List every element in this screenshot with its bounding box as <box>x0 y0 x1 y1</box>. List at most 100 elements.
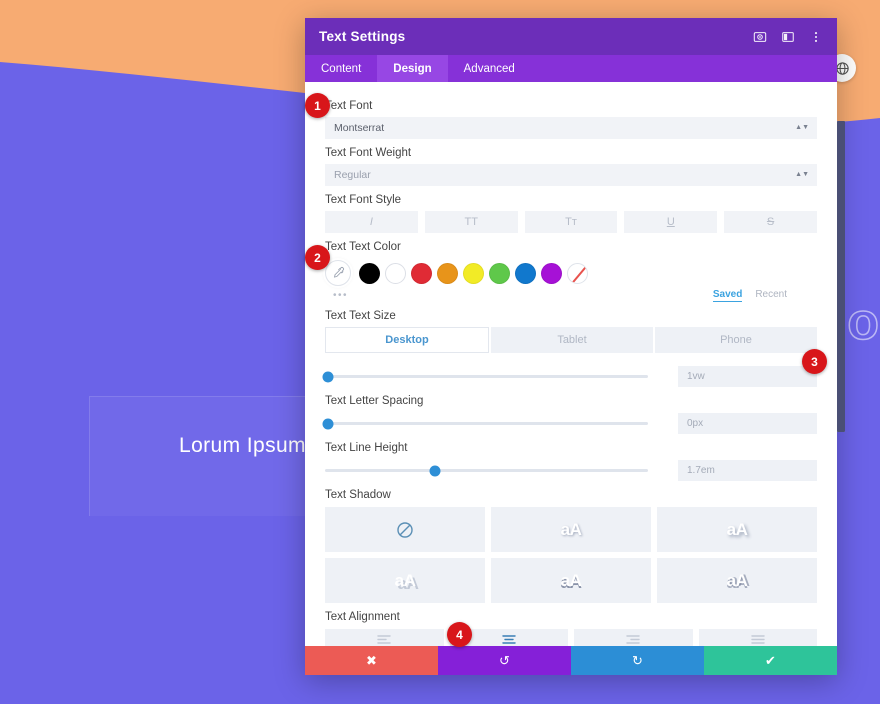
swatch-white[interactable] <box>385 262 406 284</box>
letter-spacing-input[interactable]: 0px <box>678 413 817 434</box>
strikethrough-button[interactable]: S <box>724 211 817 233</box>
text-font-select[interactable]: Montserrat ▲▼ <box>325 117 817 139</box>
device-tab-phone[interactable]: Phone <box>655 327 817 353</box>
tab-content[interactable]: Content <box>305 55 377 82</box>
lorum-ipsum-text: Lorum Ipsum <box>179 434 306 457</box>
callout-badge-1: 1 <box>305 93 330 118</box>
align-justify-button[interactable] <box>698 629 817 646</box>
page-scrollbar-track[interactable] <box>837 121 845 432</box>
letter-spacing-slider-row: 0px <box>322 413 817 434</box>
redo-icon: ↻ <box>632 652 643 668</box>
shadow-preset-2-tile[interactable]: aA <box>657 507 817 552</box>
line-height-input[interactable]: 1.7em <box>678 460 817 481</box>
tab-recent-colors[interactable]: Recent <box>755 289 787 302</box>
text-size-slider-knob[interactable] <box>322 371 334 382</box>
smallcaps-button[interactable]: Tт <box>524 211 618 233</box>
shadow-preset-4-tile[interactable]: aA <box>491 558 651 603</box>
tab-advanced[interactable]: Advanced <box>448 55 531 82</box>
modal-tabbar: Content Design Advanced <box>305 55 837 82</box>
page-scrollbar-thumb[interactable] <box>837 121 845 432</box>
letter-spacing-slider-knob[interactable] <box>322 418 334 429</box>
undo-button[interactable]: ↺ <box>438 646 571 675</box>
shadow-preset-1-tile[interactable]: aA <box>491 507 651 552</box>
text-color-label: Text Text Color <box>325 241 401 253</box>
settings-scroll-area: Text Font Montserrat ▲▼ Text Font Weight… <box>305 82 837 646</box>
uppercase-button[interactable]: TT <box>424 211 518 233</box>
text-settings-modal: Text Settings Content Design Advanced Te… <box>305 18 837 675</box>
text-size-value: 1vw <box>687 371 705 382</box>
more-vertical-icon[interactable] <box>808 29 823 44</box>
text-size-input[interactable]: 1vw <box>678 366 817 387</box>
swatch-yellow[interactable] <box>463 262 484 284</box>
cancel-button[interactable]: ✖ <box>305 646 438 675</box>
text-font-weight-value: Regular <box>334 169 371 181</box>
uppercase-icon: TT <box>464 216 478 228</box>
modal-footer: ✖ ↺ ↻ ✔ <box>305 646 837 675</box>
line-height-label: Text Line Height <box>325 442 408 454</box>
device-tab-tablet[interactable]: Tablet <box>491 327 653 353</box>
prohibited-icon <box>397 521 413 538</box>
text-size-slider[interactable] <box>322 371 648 382</box>
color-meta-row: ••• Saved Recent <box>325 289 817 302</box>
text-shadow-grid: aA aA aA aA aA <box>325 507 817 603</box>
swatch-purple[interactable] <box>541 262 562 284</box>
shadow-none-tile[interactable] <box>325 507 485 552</box>
text-font-value: Montserrat <box>334 122 385 134</box>
line-height-slider[interactable] <box>325 465 648 476</box>
align-right-button[interactable] <box>574 629 693 646</box>
letter-spacing-label: Text Letter Spacing <box>325 395 424 407</box>
callout-badge-3: 3 <box>802 349 827 374</box>
callout-badge-2: 2 <box>305 245 330 270</box>
redo-button[interactable]: ↻ <box>571 646 704 675</box>
italic-button[interactable]: I <box>325 211 418 233</box>
swatch-blue[interactable] <box>515 262 536 284</box>
color-swatch-row <box>325 260 817 286</box>
eyedropper-icon[interactable] <box>325 260 351 286</box>
text-size-label: Text Text Size <box>325 310 396 322</box>
modal-header: Text Settings <box>305 18 837 55</box>
strikethrough-icon: S <box>766 216 775 228</box>
swatch-black[interactable] <box>359 262 380 284</box>
chevron-updown-icon: ▲▼ <box>795 171 809 178</box>
check-icon: ✔ <box>765 652 776 668</box>
smallcaps-icon: Tт <box>565 216 577 228</box>
shadow-preset-5-tile[interactable]: aA <box>657 558 817 603</box>
layout-panel-icon[interactable] <box>780 29 795 44</box>
target-icon[interactable] <box>752 29 767 44</box>
text-font-weight-label: Text Font Weight <box>325 147 412 159</box>
line-height-slider-row: 1.7em <box>325 460 817 481</box>
device-tab-desktop[interactable]: Desktop <box>325 327 489 353</box>
text-size-slider-row: 1vw <box>322 366 817 387</box>
line-height-slider-knob[interactable] <box>429 465 441 476</box>
letter-spacing-slider[interactable] <box>322 418 648 429</box>
text-font-weight-select[interactable]: Regular ▲▼ <box>325 164 817 186</box>
swatch-orange[interactable] <box>437 262 458 284</box>
text-font-style-label: Text Font Style <box>325 194 402 206</box>
text-alignment-row <box>325 629 817 646</box>
italic-icon: I <box>369 216 373 228</box>
save-button[interactable]: ✔ <box>704 646 837 675</box>
more-colors-button[interactable]: ••• <box>333 290 348 301</box>
undo-icon: ↺ <box>499 652 510 668</box>
swatch-green[interactable] <box>489 262 510 284</box>
chevron-updown-icon: ▲▼ <box>795 124 809 131</box>
underline-button[interactable]: U <box>624 211 718 233</box>
underline-icon: U <box>666 216 675 228</box>
tab-design[interactable]: Design <box>377 55 448 82</box>
device-tab-row: Desktop Tablet Phone <box>325 327 817 353</box>
settings-panel-body: Text Font Montserrat ▲▼ Text Font Weight… <box>305 82 837 646</box>
tab-saved-colors[interactable]: Saved <box>712 289 743 302</box>
header-icon-group <box>752 29 823 44</box>
text-font-label: Text Font <box>325 100 373 112</box>
line-height-value: 1.7em <box>687 465 715 476</box>
letter-spacing-value: 0px <box>687 418 704 429</box>
swatch-red[interactable] <box>411 262 432 284</box>
font-style-button-row: I TT Tт U S <box>325 211 817 233</box>
callout-badge-4: 4 <box>447 622 472 647</box>
shadow-preset-3-tile[interactable]: aA <box>325 558 485 603</box>
align-left-button[interactable] <box>325 629 444 646</box>
swatch-none[interactable] <box>567 262 588 284</box>
color-source-tabs: Saved Recent <box>712 289 817 302</box>
page-title: Text Settings <box>319 29 406 44</box>
text-alignment-label: Text Alignment <box>325 611 400 623</box>
